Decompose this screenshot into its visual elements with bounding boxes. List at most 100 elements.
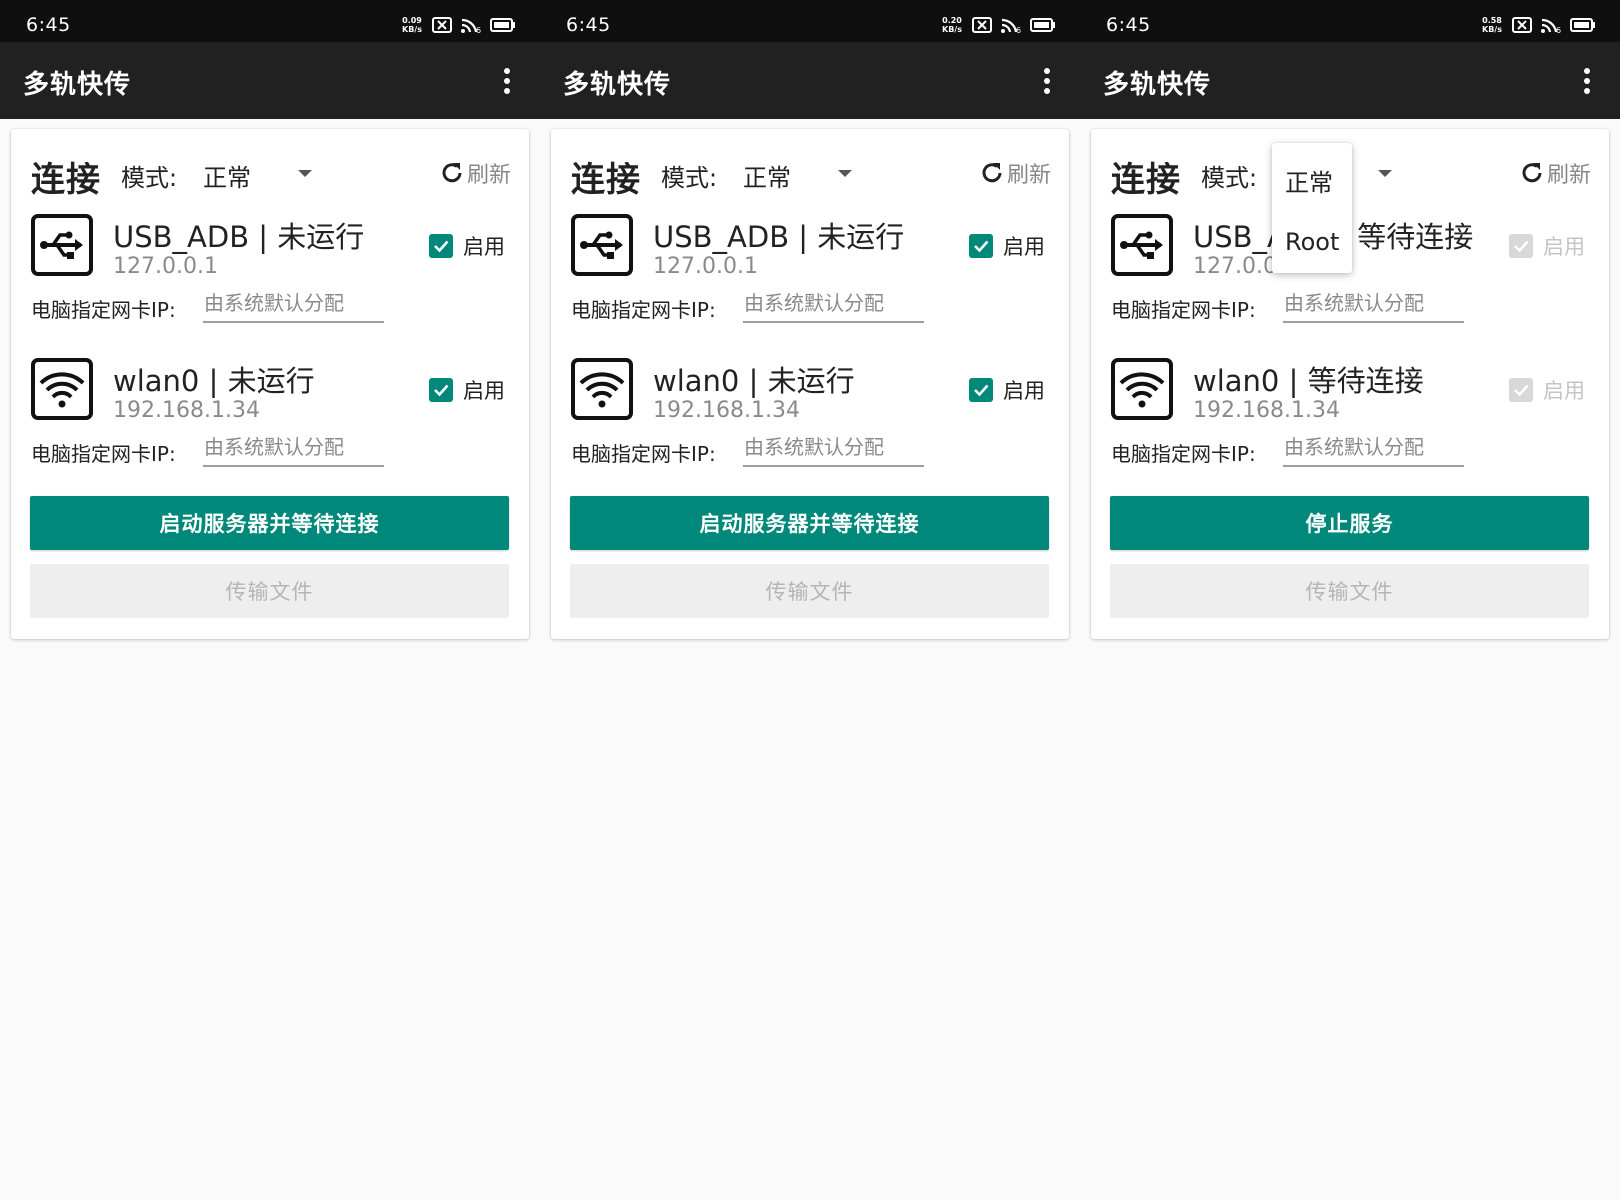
status-time: 6:45 xyxy=(1106,14,1151,36)
wifi-icon xyxy=(1111,358,1173,420)
interface-row-usb: USB_ADB | 未运行 127.0.0.1 启用 xyxy=(31,214,509,284)
network-speed-value: 0.20 xyxy=(942,16,962,25)
status-bar: 6:45 0.58 KB/s 6 xyxy=(1080,0,1620,42)
refresh-label: 刷新 xyxy=(1007,163,1052,188)
wifi-status-icon: 6 xyxy=(461,18,481,34)
transfer-file-button[interactable]: 传输文件 xyxy=(570,564,1049,618)
transfer-file-button[interactable]: 传输文件 xyxy=(30,564,509,618)
start-server-button[interactable]: 启动服务器并等待连接 xyxy=(30,496,509,550)
transfer-file-button[interactable]: 传输文件 xyxy=(1110,564,1589,618)
nic-ip-label: 电脑指定网卡IP: xyxy=(571,442,716,466)
wifi-status-icon: 6 xyxy=(1001,18,1021,34)
mode-select-value[interactable]: 正常 xyxy=(743,158,791,193)
interface-row-usb: USB_ADB | 未运行 127.0.0.1 启用 xyxy=(571,214,1049,284)
status-bar: 6:45 0.20 KB/s 6 xyxy=(540,0,1080,42)
overflow-menu-icon[interactable] xyxy=(500,68,514,96)
nic-ip-input[interactable] xyxy=(1283,433,1464,467)
nic-ip-label: 电脑指定网卡IP: xyxy=(1111,442,1256,466)
status-time: 6:45 xyxy=(566,14,611,36)
app-bar: 多轨快传 xyxy=(540,42,1080,119)
refresh-icon xyxy=(442,163,462,183)
connection-card: 连接 模式: 刷新 USB_ADB | 等待连接 127.0.0.1 启用 电脑… xyxy=(1091,129,1609,639)
mode-label: 模式: xyxy=(121,164,178,192)
section-title: 连接 xyxy=(31,160,101,200)
refresh-button[interactable]: 刷新 xyxy=(979,157,1051,189)
status-time: 6:45 xyxy=(26,14,71,36)
connection-card: 连接 模式: 正常 刷新 USB_ADB | 未运行 127.0.0.1 启用 … xyxy=(551,129,1069,639)
nic-ip-input[interactable] xyxy=(743,289,924,323)
refresh-label: 刷新 xyxy=(1547,163,1592,188)
enable-label: 启用 xyxy=(1003,235,1045,259)
network-speed-indicator: 0.58 KB/s xyxy=(1480,16,1504,34)
enable-checkbox[interactable]: 启用 xyxy=(969,375,1045,405)
nic-ip-input[interactable] xyxy=(203,433,384,467)
nic-ip-input[interactable] xyxy=(1283,289,1464,323)
app-bar: 多轨快传 xyxy=(1080,42,1620,119)
checkbox-checked-icon xyxy=(1509,378,1533,402)
enable-checkbox[interactable]: 启用 xyxy=(969,231,1045,261)
checkbox-checked-icon xyxy=(1509,234,1533,258)
interface-title: wlan0 | 等待连接 xyxy=(1193,364,1424,398)
wifi-badge-text: 6 xyxy=(1556,26,1561,34)
phone-screen-3: 6:45 0.58 KB/s 6 多轨快传 连接 模式: 刷新 USB_ADB … xyxy=(1080,0,1620,1200)
network-speed-unit: KB/s xyxy=(402,25,422,34)
checkbox-checked-icon xyxy=(969,378,993,402)
connection-card: 连接 模式: 正常 刷新 USB_ADB | 未运行 127.0.0.1 启用 … xyxy=(11,129,529,639)
enable-label: 启用 xyxy=(1543,235,1585,259)
refresh-button[interactable]: 刷新 xyxy=(1519,157,1591,189)
nic-ip-label: 电脑指定网卡IP: xyxy=(31,442,176,466)
battery-icon xyxy=(1030,18,1055,32)
interface-row-wlan: wlan0 | 未运行 192.168.1.34 启用 xyxy=(31,358,509,428)
nic-ip-label: 电脑指定网卡IP: xyxy=(1111,298,1256,322)
nic-ip-label: 电脑指定网卡IP: xyxy=(571,298,716,322)
enable-label: 启用 xyxy=(1543,379,1585,403)
network-speed-indicator: 0.20 KB/s xyxy=(940,16,964,34)
enable-checkbox[interactable]: 启用 xyxy=(429,375,505,405)
mode-select-value[interactable]: 正常 xyxy=(203,158,251,193)
enable-checkbox-disabled: 启用 xyxy=(1509,375,1585,405)
mode-option-root[interactable]: Root xyxy=(1285,228,1339,256)
interface-title: wlan0 | 未运行 xyxy=(113,364,315,398)
dropdown-arrow-icon[interactable] xyxy=(298,170,312,177)
interface-ip: 192.168.1.34 xyxy=(1193,398,1340,423)
refresh-button[interactable]: 刷新 xyxy=(439,157,511,189)
screens-container: 6:45 0.09 KB/s 6 多轨快传 连接 模式: 正常 刷新 USB_A… xyxy=(0,0,1620,1200)
interface-row-wlan: wlan0 | 等待连接 192.168.1.34 启用 xyxy=(1111,358,1589,428)
overflow-menu-icon[interactable] xyxy=(1040,68,1054,96)
phone-screen-2: 6:45 0.20 KB/s 6 多轨快传 连接 模式: 正常 刷新 USB_A… xyxy=(540,0,1080,1200)
mode-label: 模式: xyxy=(1201,164,1258,192)
enable-checkbox[interactable]: 启用 xyxy=(429,231,505,261)
status-icons: 0.20 KB/s 6 xyxy=(940,15,1056,35)
dropdown-arrow-icon[interactable] xyxy=(1378,170,1392,177)
sim-missing-icon xyxy=(1512,17,1532,33)
nic-ip-input[interactable] xyxy=(203,289,384,323)
usb-icon xyxy=(1111,214,1173,276)
overflow-menu-icon[interactable] xyxy=(1580,68,1594,96)
battery-icon xyxy=(1570,18,1595,32)
wifi-status-icon: 6 xyxy=(1541,18,1561,34)
battery-icon xyxy=(490,18,515,32)
phone-screen-1: 6:45 0.09 KB/s 6 多轨快传 连接 模式: 正常 刷新 USB_A… xyxy=(0,0,540,1200)
usb-icon xyxy=(571,214,633,276)
start-server-button[interactable]: 启动服务器并等待连接 xyxy=(570,496,1049,550)
network-speed-value: 0.09 xyxy=(402,16,422,25)
interface-ip: 127.0.0.1 xyxy=(653,254,758,279)
enable-label: 启用 xyxy=(463,235,505,259)
dropdown-arrow-icon[interactable] xyxy=(838,170,852,177)
checkbox-checked-icon xyxy=(969,234,993,258)
status-icons: 0.09 KB/s 6 xyxy=(400,15,516,35)
network-speed-unit: KB/s xyxy=(942,25,962,34)
mode-label: 模式: xyxy=(661,164,718,192)
nic-ip-input[interactable] xyxy=(743,433,924,467)
enable-checkbox-disabled: 启用 xyxy=(1509,231,1585,261)
stop-service-button[interactable]: 停止服务 xyxy=(1110,496,1589,550)
network-speed-indicator: 0.09 KB/s xyxy=(400,16,424,34)
wifi-badge-text: 6 xyxy=(1016,26,1021,34)
checkbox-checked-icon xyxy=(429,378,453,402)
app-bar: 多轨快传 xyxy=(0,42,540,119)
interface-title: USB_ADB | 未运行 xyxy=(113,220,365,254)
app-title: 多轨快传 xyxy=(1103,70,1212,100)
mode-option-normal[interactable]: 正常 xyxy=(1285,163,1333,198)
mode-dropdown-popup: 正常 Root xyxy=(1272,143,1352,273)
wifi-badge-text: 6 xyxy=(476,26,481,34)
